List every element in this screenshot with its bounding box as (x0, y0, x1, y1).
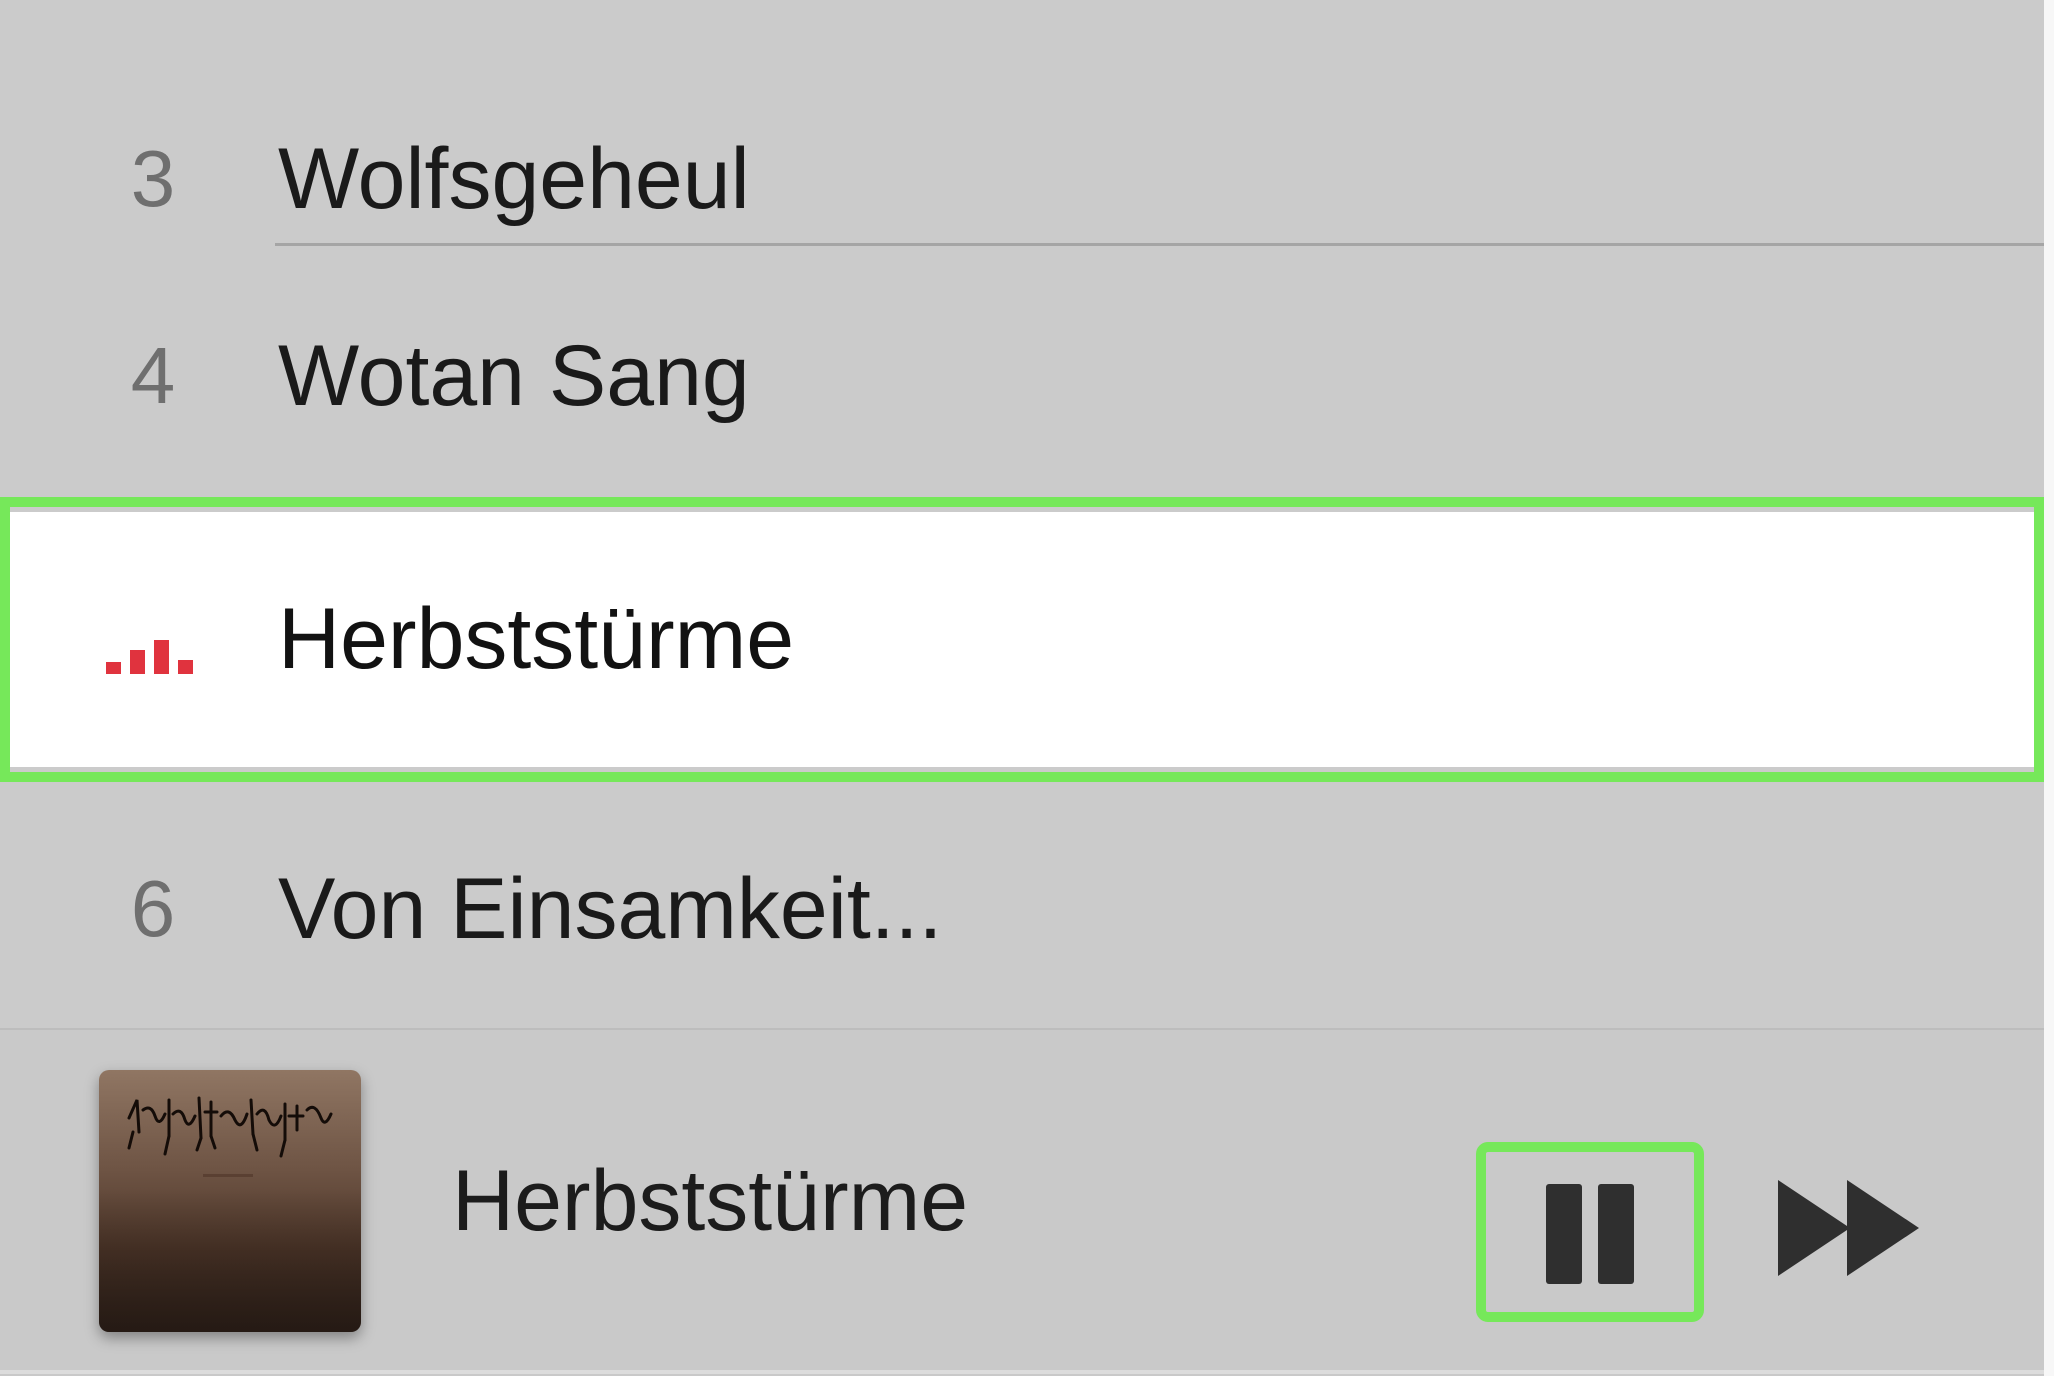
divider (0, 1370, 2044, 1374)
screen-edge (2044, 0, 2054, 1376)
equalizer-bar (154, 640, 169, 674)
equalizer-bar (178, 660, 193, 674)
artwork-logo (127, 1096, 333, 1177)
track-number: 6 (130, 864, 176, 953)
artwork-subtitle-mark (203, 1174, 253, 1177)
fast-forward-icon[interactable] (1775, 1178, 1925, 1278)
track-row-now-playing[interactable]: Herbststürme (0, 512, 2044, 767)
equalizer-bars-icon (106, 640, 202, 674)
divider (0, 1028, 2044, 1030)
track-row[interactable]: 4 Wotan Sang (0, 245, 2044, 507)
track-list-screen: 3 Wolfsgeheul 4 Wotan Sang Herbststürme … (0, 0, 2044, 1376)
artwork-forest (99, 1190, 361, 1332)
pause-button[interactable] (1476, 1142, 1704, 1322)
equalizer-bar (130, 650, 145, 674)
equalizer-bar (106, 662, 121, 674)
album-artwork[interactable] (99, 1070, 361, 1332)
track-number: 4 (130, 331, 176, 420)
pause-icon (1546, 1184, 1582, 1284)
track-title: Wotan Sang (278, 328, 750, 424)
track-title: Herbststürme (278, 591, 795, 687)
pause-icon (1598, 1184, 1634, 1284)
track-row[interactable]: 6 Von Einsamkeit... (0, 778, 2044, 1040)
track-title: Von Einsamkeit... (278, 861, 943, 957)
now-playing-title: Herbststürme (452, 1153, 969, 1249)
mini-player[interactable]: Herbststürme (0, 1028, 2044, 1376)
